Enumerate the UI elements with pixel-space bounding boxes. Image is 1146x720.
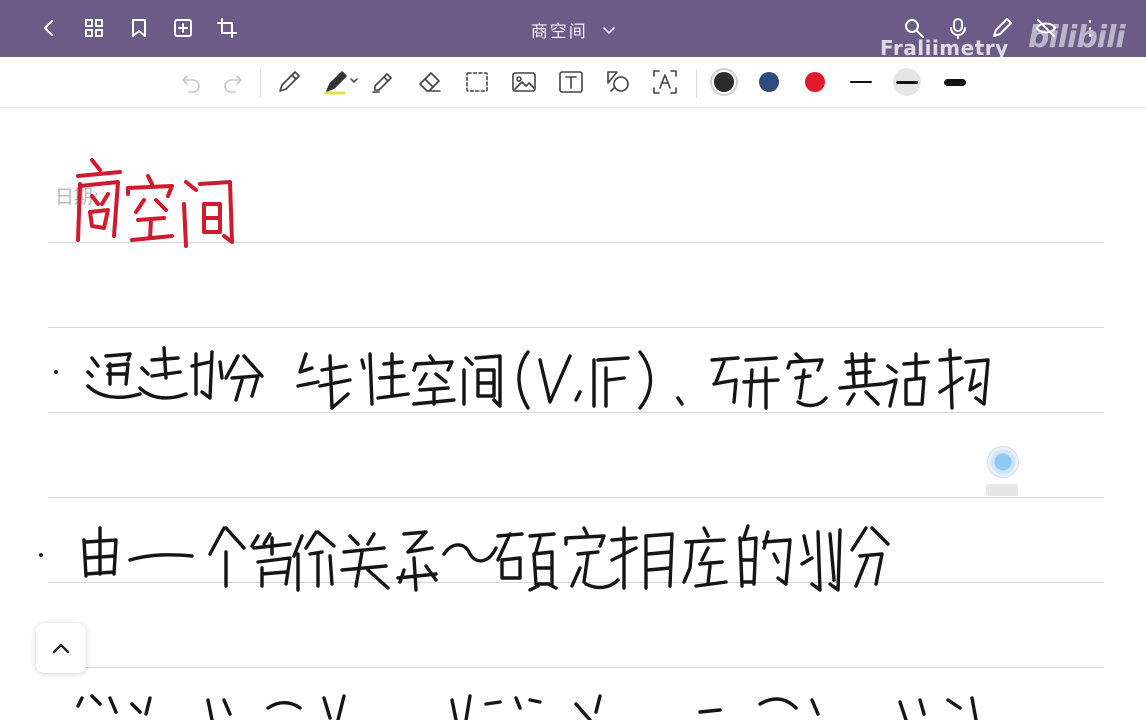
eraser-icon[interactable] (415, 67, 445, 97)
toolbar-divider (260, 69, 261, 97)
ink-line-1 (86, 346, 990, 410)
color-swatch-blue[interactable] (754, 67, 784, 97)
selected-color-indicator (714, 72, 734, 92)
toolbar-divider (696, 69, 697, 97)
thick-line-icon (944, 78, 966, 86)
highlighter-icon[interactable] (322, 67, 362, 97)
color-dot (759, 72, 779, 92)
color-swatch-black[interactable] (709, 67, 739, 97)
drawing-toolbar (0, 57, 1146, 108)
medium-line-icon (896, 80, 918, 84)
document-title-text: 商空间 (530, 22, 588, 42)
stroke-width-thin[interactable] (846, 67, 876, 97)
shapes-icon[interactable] (603, 67, 633, 97)
color-dot (805, 72, 825, 92)
scroll-up-button[interactable] (36, 623, 86, 673)
ocr-icon[interactable] (650, 67, 680, 97)
handwriting-canvas (76, 158, 990, 720)
ink-title (76, 158, 234, 248)
selected-width-indicator (893, 68, 921, 96)
floating-camera-widget[interactable] (984, 446, 1020, 496)
stroke-width-medium[interactable] (892, 67, 922, 97)
pen-icon[interactable] (274, 67, 304, 97)
ink-line-3-partial (76, 694, 978, 720)
color-swatch-red[interactable] (800, 67, 830, 97)
marker-icon[interactable] (368, 67, 398, 97)
image-icon[interactable] (509, 67, 539, 97)
thin-line-icon (850, 81, 872, 83)
stroke-width-thick[interactable] (940, 67, 970, 97)
undo-icon[interactable] (176, 67, 206, 97)
bullet-point (39, 553, 43, 557)
title-bar: 商空间 Fraliimetry bilibili (0, 0, 1146, 60)
notebook-page[interactable]: 日期: (0, 108, 1146, 720)
text-icon[interactable] (556, 67, 586, 97)
chevron-up-icon (52, 643, 70, 654)
ink-line-2 (82, 524, 890, 592)
lasso-icon[interactable] (462, 67, 492, 97)
camera-base (986, 484, 1018, 496)
bullet-point (54, 370, 58, 374)
bilibili-logo: bilibili (1028, 20, 1126, 55)
chevron-down-icon (603, 20, 616, 40)
camera-lens-icon (987, 446, 1019, 478)
redo-icon[interactable] (218, 67, 248, 97)
